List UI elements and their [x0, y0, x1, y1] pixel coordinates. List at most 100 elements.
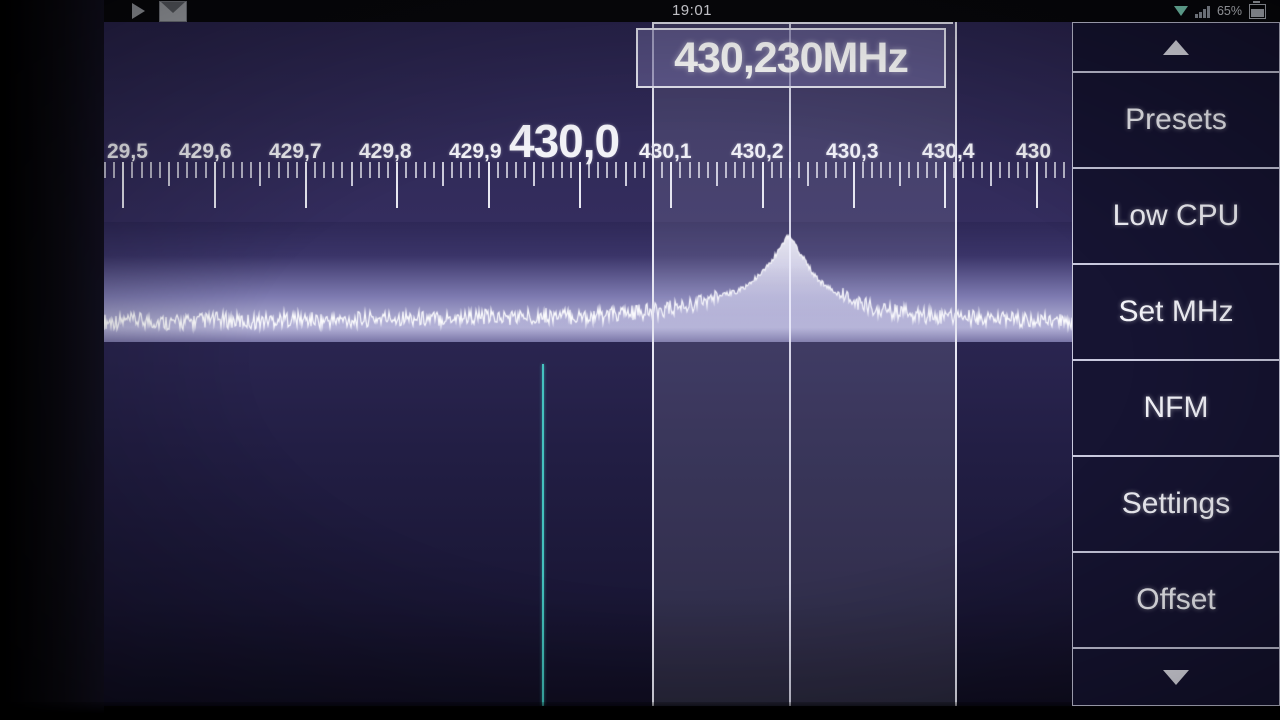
battery-icon — [1249, 1, 1266, 19]
scale-tick — [1017, 162, 1020, 178]
battery-percent-label: 65% — [1216, 4, 1242, 18]
scale-tick — [624, 162, 627, 186]
scale-tick — [405, 162, 408, 178]
scale-tick — [222, 162, 225, 178]
scale-tick — [414, 162, 417, 178]
android-status-bar: 19:01 65% — [104, 0, 1280, 22]
scale-tick — [177, 162, 180, 178]
frequency-readout-value: 430,230MHz — [674, 33, 909, 82]
scale-tick — [524, 162, 527, 178]
scale-tick — [551, 162, 554, 178]
scale-tick — [1044, 162, 1047, 178]
menu-item-set-mhz[interactable]: Set MHz — [1072, 264, 1280, 360]
scale-tick — [104, 162, 106, 178]
scale-tick — [606, 162, 609, 178]
chevron-up-icon — [1163, 39, 1189, 55]
scale-tick — [578, 162, 581, 208]
scale-tick — [496, 162, 499, 178]
scale-tick — [295, 162, 298, 178]
download-arrow-icon — [1173, 6, 1188, 16]
scale-tick — [268, 162, 271, 178]
scale-tick — [158, 162, 161, 178]
tuning-band-top-edge — [651, 22, 954, 24]
frequency-tick-label: 429,8 — [359, 140, 412, 163]
scale-tick — [451, 162, 453, 178]
menu-item-presets[interactable]: Presets — [1072, 72, 1280, 168]
menu-item-label: Set MHz — [1118, 295, 1234, 328]
scale-tick — [1026, 162, 1029, 178]
scale-tick — [588, 162, 590, 178]
signal-bars-icon — [1194, 5, 1210, 18]
status-bar-right-icons: 65% — [1173, 0, 1266, 22]
scale-tick — [1035, 162, 1038, 208]
scale-tick — [980, 162, 983, 178]
scale-tick — [432, 162, 435, 178]
scale-tick — [460, 162, 463, 178]
scale-tick — [1008, 162, 1011, 178]
tuning-bandwidth-band[interactable] — [651, 22, 958, 706]
scale-tick — [569, 162, 572, 178]
scale-tick — [213, 162, 216, 208]
scale-tick — [441, 162, 444, 186]
sdr-app-screen: 29,5 429,6 429,7 429,8 429,9 430,0 430,1 430,2 4… — [104, 22, 1280, 706]
frequency-tick-label: 430 — [1016, 140, 1052, 163]
scale-tick — [989, 162, 992, 186]
scale-tick — [368, 162, 371, 178]
scale-tick — [533, 162, 536, 186]
menu-scroll-up-button[interactable] — [1072, 22, 1280, 72]
scale-tick — [478, 162, 481, 178]
scale-tick — [149, 162, 152, 178]
weak-signal-marker — [542, 364, 545, 706]
frequency-tick-label: 429,6 — [179, 140, 232, 163]
sidebar-menu: Presets Low CPU Set MHz NFM Settings Off… — [1072, 22, 1280, 706]
scale-tick — [241, 162, 243, 178]
scale-tick — [113, 162, 116, 178]
menu-item-label: Offset — [1136, 583, 1216, 616]
scale-tick — [350, 162, 353, 186]
scale-tick — [314, 162, 316, 178]
frequency-tick-label: 429,7 — [269, 140, 322, 163]
device-bezel-left — [0, 0, 104, 720]
frequency-tick-label: 29,5 — [107, 140, 148, 163]
scale-tick — [359, 162, 362, 178]
scale-tick — [204, 162, 207, 178]
scale-tick — [332, 162, 335, 178]
scale-tick — [250, 162, 253, 178]
scale-tick — [286, 162, 289, 178]
scale-tick — [998, 162, 1001, 178]
menu-scroll-down-button[interactable] — [1072, 648, 1280, 706]
scale-tick — [1062, 162, 1065, 178]
frequency-tick-label: 430,0 — [509, 115, 620, 167]
scale-tick — [277, 162, 280, 178]
scale-tick — [231, 162, 234, 178]
menu-item-label: NFM — [1143, 391, 1209, 424]
scale-tick — [131, 162, 134, 178]
scale-tick — [186, 162, 189, 178]
frequency-tick-label: 429,9 — [449, 140, 502, 163]
scale-tick — [469, 162, 472, 178]
scale-tick — [423, 162, 426, 178]
scale-tick — [971, 162, 974, 178]
tuning-center-marker[interactable] — [788, 22, 791, 706]
phone-device: 19:01 65% 29,5 429,6 429,7 429,8 429,9 430,0 4… — [0, 0, 1280, 720]
scale-tick — [560, 162, 563, 178]
scale-tick — [962, 162, 965, 178]
frequency-readout[interactable]: 430,230MHz — [636, 28, 946, 88]
scale-tick — [597, 162, 600, 178]
scale-tick — [487, 162, 490, 208]
menu-item-nfm[interactable]: NFM — [1072, 360, 1280, 456]
scale-tick — [304, 162, 307, 208]
scale-tick — [387, 162, 390, 178]
menu-item-settings[interactable]: Settings — [1072, 456, 1280, 552]
menu-item-label: Presets — [1125, 103, 1227, 136]
menu-item-label: Settings — [1121, 487, 1231, 520]
scale-tick — [505, 162, 508, 178]
scale-tick — [1053, 162, 1056, 178]
menu-item-offset[interactable]: Offset — [1072, 552, 1280, 648]
scale-tick — [167, 162, 170, 186]
menu-item-low-cpu[interactable]: Low CPU — [1072, 168, 1280, 264]
scale-tick — [633, 162, 636, 178]
scale-tick — [122, 162, 125, 208]
scale-tick — [378, 162, 380, 178]
scale-tick — [195, 162, 198, 178]
